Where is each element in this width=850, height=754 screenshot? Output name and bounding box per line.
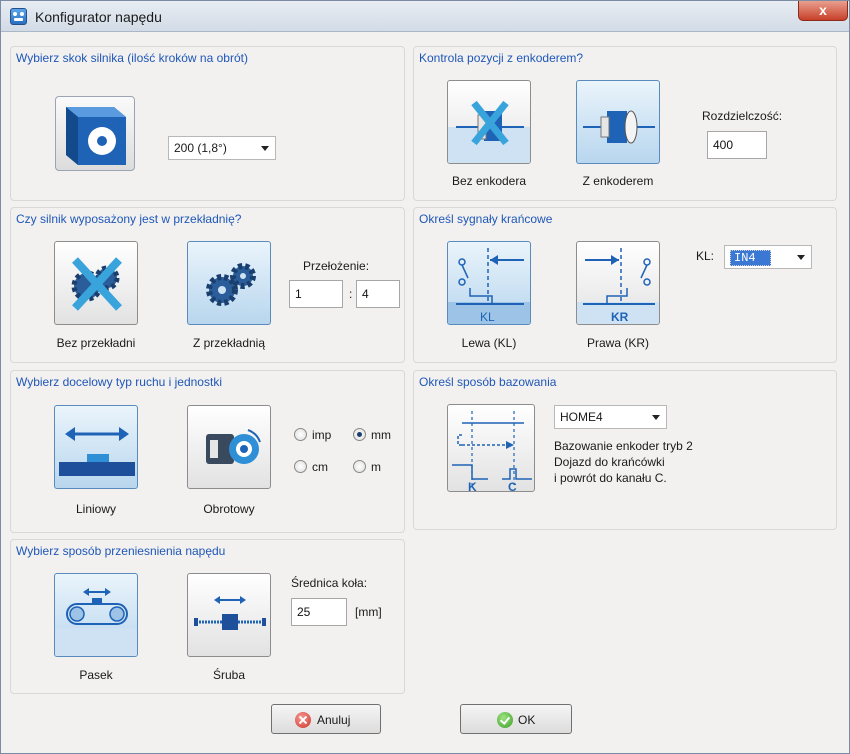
window-title: Konfigurator napędu [35,9,162,25]
limit-right-icon: KR [577,248,659,324]
encoder-icon [583,110,655,144]
linear-motion-icon [59,427,135,476]
diameter-input[interactable]: 25 [291,598,347,626]
homing-desc-line1: Bazowanie enkoder tryb 2 [554,439,693,453]
ratio-input-out[interactable]: 4 [356,280,400,308]
unit-mm-radio[interactable] [353,428,366,441]
homing-icon: K C [452,411,532,492]
rotary-motion-icon [206,429,261,464]
motion-linear-label: Liniowy [75,502,117,516]
close-button[interactable]: x [798,1,848,21]
gearbox-title: Czy silnik wyposażony jest w przekładnię… [16,212,242,226]
no-encoder-icon [448,100,530,163]
limits-group: Określ sygnały krańcowe KL Lewa (KL) KR … [413,207,837,363]
kl-select[interactable]: IN4 [724,245,812,269]
belt-icon [55,588,137,656]
encoder-with-tile[interactable] [576,80,660,164]
configurator-window: Konfigurator napędu x Wybierz skok silni… [0,0,850,754]
cancel-button-label: Anuluj [317,713,351,727]
transmission-group: Wybierz sposób przeniesnienia napędu Pas… [10,539,405,694]
app-icon [10,8,27,25]
transmission-title: Wybierz sposób przeniesnienia napędu [16,544,226,558]
unit-m-radio[interactable] [353,460,366,473]
unit-cm-label: cm [312,460,328,474]
kl-value: IN4 [730,250,771,266]
motion-group: Wybierz docelowy typ ruchu i jednostki L… [10,370,405,533]
svg-text:KL: KL [480,310,495,324]
ratio-label: Przełożenie: [303,259,370,273]
transmission-belt-label: Pasek [79,668,113,682]
homing-desc-line2: Dojazd do krańcówki [554,455,665,469]
limit-right-tile[interactable]: KR [576,241,660,325]
motor-step-title: Wybierz skok silnika (ilość kroków na ob… [16,51,248,65]
cancel-button[interactable]: Anuluj [271,704,381,734]
ratio-input-in[interactable]: 1 [289,280,343,308]
motion-rotary-tile[interactable] [187,405,271,489]
motor-step-select[interactable]: 200 (1,8°) [168,136,276,160]
limit-right-label: Prawa (KR) [586,336,649,350]
homing-group: Określ sposób bazowania K C HOME4 Bazowa… [413,370,837,530]
motion-rotary-label: Obrotowy [203,502,255,516]
transmission-screw-label: Śruba [212,668,246,682]
check-icon [497,712,513,728]
diameter-unit: [mm] [355,605,382,619]
unit-imp-label: imp [312,428,332,442]
gearbox-none-label: Bez przekładni [56,336,136,350]
motion-title: Wybierz docelowy typ ruchu i jednostki [16,375,222,389]
kl-label: KL: [696,249,715,263]
limit-left-label: Lewa (KL) [461,336,517,350]
chevron-down-icon [261,146,269,151]
encoder-title: Kontrola pozycji z enkoderem? [419,51,584,65]
gearbox-group: Czy silnik wyposażony jest w przekładnię… [10,207,405,363]
homing-title: Określ sposób bazowania [419,375,557,389]
cancel-icon [295,712,311,728]
chevron-down-icon [797,255,805,260]
resolution-input[interactable]: 400 [707,131,767,159]
ratio-separator: : [349,287,353,301]
limits-title: Określ sygnały krańcowe [419,212,553,226]
svg-text:K: K [468,480,477,492]
screw-icon [194,596,266,630]
encoder-none-label: Bez enkodera [451,174,527,188]
encoder-none-tile[interactable] [447,80,531,164]
resolution-label: Rozdzielczość: [702,109,783,123]
gearbox-with-label: Z przekładnią [192,336,266,350]
homing-mode-value: HOME4 [560,410,603,424]
unit-m-label: m [371,460,381,474]
transmission-screw-tile[interactable] [187,573,271,657]
gear-icon [206,263,256,306]
motor-step-group: Wybierz skok silnika (ilość kroków na ob… [10,46,405,201]
homing-mode-select[interactable]: HOME4 [554,405,667,429]
motor-step-value: 200 (1,8°) [174,141,227,155]
chevron-down-icon [652,415,660,420]
motion-linear-tile[interactable] [54,405,138,489]
limit-left-tile[interactable]: KL [447,241,531,325]
encoder-with-label: Z enkoderem [582,174,654,188]
ok-button-label: OK [518,713,536,727]
unit-imp-radio[interactable] [294,428,307,441]
ok-button[interactable]: OK [460,704,572,734]
homing-desc-line3: i powrót do kanału C. [554,471,667,485]
stepper-motor-icon [55,96,135,171]
title-bar: Konfigurator napędu x [1,1,849,32]
transmission-belt-tile[interactable] [54,573,138,657]
gearbox-none-tile[interactable] [54,241,138,325]
svg-text:C: C [508,480,517,492]
diameter-label: Średnica koła: [291,576,368,590]
unit-cm-radio[interactable] [294,460,307,473]
unit-mm-label: mm [371,428,391,442]
svg-text:KR: KR [611,310,629,324]
encoder-group: Kontrola pozycji z enkoderem? Bez enkode… [413,46,837,201]
no-gear-icon [71,257,122,311]
homing-diagram: K C [447,404,535,492]
gearbox-with-tile[interactable] [187,241,271,325]
limit-left-icon: KL [448,248,530,324]
